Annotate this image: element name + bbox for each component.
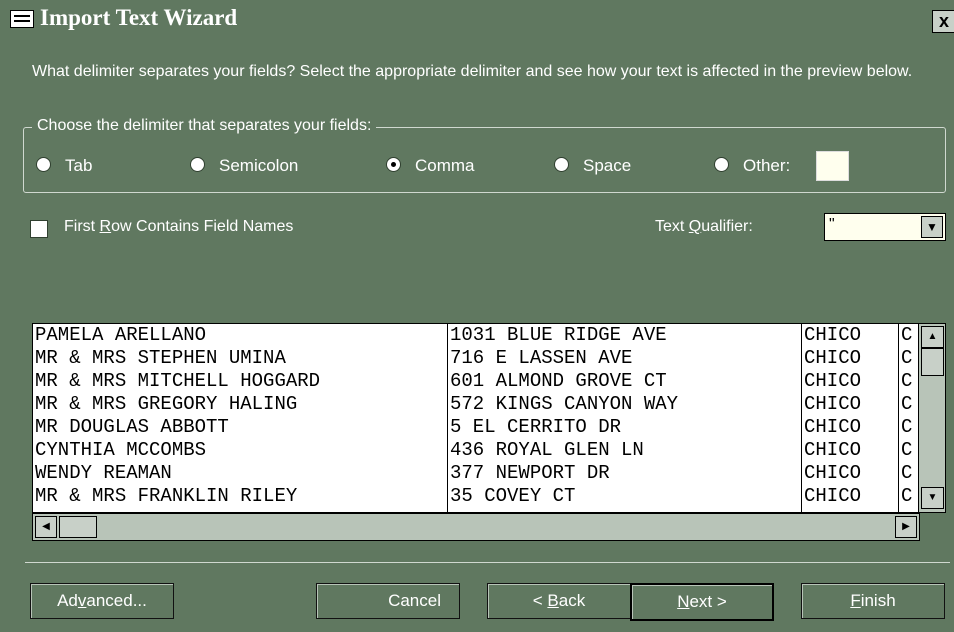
radio-semicolon-label: Semicolon bbox=[219, 156, 299, 175]
scroll-left-icon[interactable]: ◀ bbox=[35, 516, 57, 538]
preview-cell: C bbox=[901, 347, 913, 369]
preview-cell: C bbox=[901, 462, 913, 484]
horizontal-scrollbar[interactable]: ◀ ▶ bbox=[32, 513, 920, 541]
radio-tab-label: Tab bbox=[65, 156, 93, 175]
advanced-button[interactable]: Advanced... bbox=[30, 583, 174, 619]
delimiter-groupbox: Choose the delimiter that separates your… bbox=[23, 117, 946, 193]
preview-cell: MR & MRS MITCHELL HOGGARD bbox=[35, 370, 321, 392]
preview-cell: CHICO bbox=[804, 324, 862, 346]
next-button[interactable]: Next > bbox=[630, 583, 774, 621]
preview-column-4[interactable]: C C C C C C C C bbox=[899, 324, 919, 512]
data-preview-grid[interactable]: PAMELA ARELLANO MR & MRS STEPHEN UMINA M… bbox=[32, 323, 920, 513]
preview-cell: 1031 BLUE RIDGE AVE bbox=[450, 324, 667, 346]
radio-semicolon[interactable]: Semicolon bbox=[190, 156, 298, 176]
preview-cell: 716 E LASSEN AVE bbox=[450, 347, 633, 369]
back-button[interactable]: < Back bbox=[487, 583, 631, 619]
scroll-up-icon[interactable]: ▲ bbox=[921, 326, 944, 348]
radio-comma-dot[interactable] bbox=[386, 157, 401, 172]
cancel-button[interactable]: Cancel bbox=[316, 583, 460, 619]
delimiter-group-legend: Choose the delimiter that separates your… bbox=[32, 117, 377, 135]
preview-cell: 436 ROYAL GLEN LN bbox=[450, 439, 644, 461]
text-qualifier-value: " bbox=[829, 216, 835, 233]
vertical-scroll-thumb[interactable] bbox=[921, 348, 944, 376]
radio-space[interactable]: Space bbox=[554, 156, 631, 176]
preview-cell: MR & MRS FRANKLIN RILEY bbox=[35, 485, 298, 507]
scroll-down-icon[interactable]: ▼ bbox=[921, 487, 944, 509]
preview-cell: C bbox=[901, 370, 913, 392]
preview-cell: 5 EL CERRITO DR bbox=[450, 416, 622, 438]
footer-divider bbox=[25, 562, 950, 563]
title-bar: Import Text Wizard x bbox=[0, 0, 954, 38]
preview-cell: MR & MRS STEPHEN UMINA bbox=[35, 347, 286, 369]
text-qualifier-label: Text Qualifier: bbox=[655, 218, 753, 235]
radio-tab-dot[interactable] bbox=[36, 157, 51, 172]
preview-cell: MR DOUGLAS ABBOTT bbox=[35, 416, 229, 438]
close-button[interactable]: x bbox=[932, 10, 954, 33]
radio-space-label: Space bbox=[583, 156, 632, 175]
vertical-scrollbar[interactable]: ▲ ▼ bbox=[918, 323, 946, 513]
preview-cell: CHICO bbox=[804, 370, 862, 392]
radio-space-dot[interactable] bbox=[554, 157, 569, 172]
text-qualifier-select[interactable]: " ▼ bbox=[824, 213, 946, 241]
window-title: Import Text Wizard bbox=[40, 5, 238, 30]
preview-cell: CHICO bbox=[804, 347, 862, 369]
first-row-field-names-checkbox[interactable] bbox=[30, 220, 48, 238]
radio-tab[interactable]: Tab bbox=[36, 156, 92, 176]
finish-button[interactable]: Finish bbox=[801, 583, 945, 619]
first-row-field-names-label[interactable]: First Row Contains Field Names bbox=[64, 218, 293, 236]
form-icon bbox=[10, 10, 34, 28]
radio-other[interactable]: Other: bbox=[714, 156, 790, 176]
preview-column-2[interactable]: 1031 BLUE RIDGE AVE 716 E LASSEN AVE 601… bbox=[448, 324, 802, 512]
preview-cell: CYNTHIA MCCOMBS bbox=[35, 439, 207, 461]
preview-cell: 35 COVEY CT bbox=[450, 485, 576, 507]
radio-other-label: Other: bbox=[743, 156, 791, 175]
preview-cell: C bbox=[901, 416, 913, 438]
radio-comma-label: Comma bbox=[415, 156, 475, 175]
preview-cell: CHICO bbox=[804, 439, 862, 461]
preview-cell: CHICO bbox=[804, 393, 862, 415]
preview-column-3[interactable]: CHICO CHICO CHICO CHICO CHICO CHICO CHIC… bbox=[802, 324, 899, 512]
preview-column-1[interactable]: PAMELA ARELLANO MR & MRS STEPHEN UMINA M… bbox=[33, 324, 448, 512]
horizontal-scroll-thumb[interactable] bbox=[59, 516, 97, 538]
radio-other-dot[interactable] bbox=[714, 157, 729, 172]
preview-cell: WENDY REAMAN bbox=[35, 462, 172, 484]
preview-cell: CHICO bbox=[804, 485, 862, 507]
preview-cell: CHICO bbox=[804, 416, 862, 438]
other-delimiter-input[interactable] bbox=[816, 151, 849, 181]
preview-cell: PAMELA ARELLANO bbox=[35, 324, 207, 346]
preview-cell: MR & MRS GREGORY HALING bbox=[35, 393, 298, 415]
preview-cell: C bbox=[901, 324, 913, 346]
preview-cell: 601 ALMOND GROVE CT bbox=[450, 370, 667, 392]
preview-cell: C bbox=[901, 439, 913, 461]
preview-cell: 572 KINGS CANYON WAY bbox=[450, 393, 679, 415]
preview-cell: 377 NEWPORT DR bbox=[450, 462, 610, 484]
chevron-down-icon[interactable]: ▼ bbox=[921, 216, 943, 238]
preview-cell: CHICO bbox=[804, 462, 862, 484]
instruction-text: What delimiter separates your fields? Se… bbox=[32, 63, 913, 80]
radio-comma[interactable]: Comma bbox=[386, 156, 475, 176]
scroll-right-icon[interactable]: ▶ bbox=[895, 516, 917, 538]
preview-cell: C bbox=[901, 393, 913, 415]
radio-semicolon-dot[interactable] bbox=[190, 157, 205, 172]
preview-cell: C bbox=[901, 485, 913, 507]
